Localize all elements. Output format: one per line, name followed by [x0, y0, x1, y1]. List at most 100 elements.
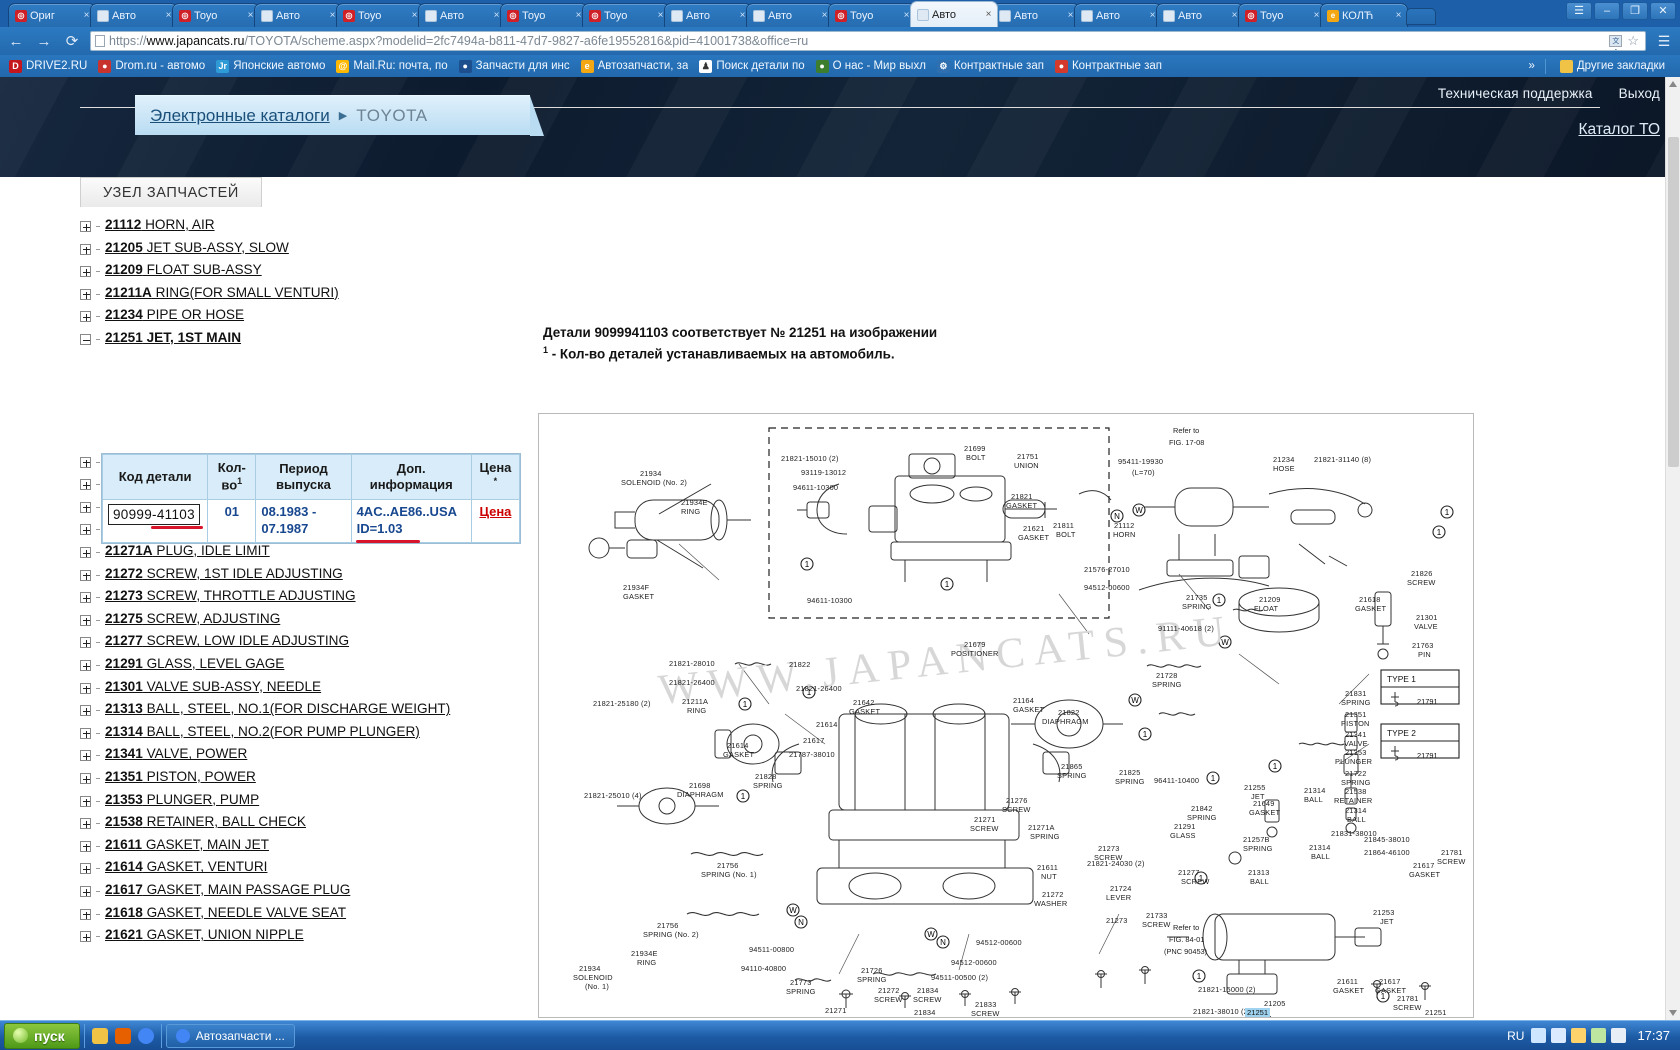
battery-icon[interactable] [1591, 1028, 1607, 1043]
scroll-up-icon[interactable] [1669, 81, 1677, 87]
flag-icon[interactable] [1611, 1028, 1627, 1043]
close-tab-icon[interactable]: × [984, 9, 993, 20]
part-link[interactable]: 21341 VALVE, POWER [105, 746, 247, 761]
table-row[interactable]: 90999-41103 01 08.1983 -07.1987 4AC..AE86..… [101, 498, 521, 543]
part-list-item-21618[interactable]: 21618 GASKET, NEEDLE VALVE SEAT [80, 905, 346, 928]
expand-icon[interactable] [80, 456, 91, 468]
part-link[interactable]: 21617 GASKET, MAIN PASSAGE PLUG [105, 882, 350, 897]
bookmark-0[interactable]: D DRIVE2.RU [5, 58, 93, 75]
tab-parts-node[interactable]: УЗЕЛ ЗАПЧАСТЕЙ [80, 177, 262, 207]
part-link[interactable]: 21273 SCREW, THROTTLE ADJUSTING [105, 588, 356, 603]
part-link[interactable]: 21211A RING(FOR SMALL VENTURI) [105, 285, 339, 300]
browser-tab-4[interactable]: ◎ Тоуо × [336, 3, 424, 27]
forward-icon[interactable]: → [34, 31, 54, 51]
part-link[interactable]: 21621 GASKET, UNION NIPPLE [105, 927, 304, 942]
browser-tab-9[interactable]: Авто × [746, 3, 834, 27]
minimize-button[interactable]: – [1594, 2, 1620, 20]
chrome-menu-icon[interactable]: ☰ [1654, 33, 1674, 50]
close-window-button[interactable]: ✕ [1650, 2, 1676, 20]
reload-icon[interactable]: ⟳ [62, 31, 82, 51]
expand-icon[interactable] [80, 311, 91, 323]
expand-icon[interactable] [80, 221, 91, 232]
katalog-to-link[interactable]: Каталог ТО [1579, 121, 1660, 139]
firefox-icon[interactable] [114, 1027, 131, 1044]
expand-icon[interactable] [80, 266, 91, 278]
taskbar-window-0[interactable]: Автозапчасти ... [165, 1023, 295, 1048]
part-list-item-21234[interactable]: 21234 PIPE OR HOSE [80, 307, 244, 330]
part-list-item-21205[interactable]: 21205 JET SUB-ASSY, SLOW [80, 240, 289, 263]
browser-tab-12[interactable]: Авто × [992, 3, 1080, 27]
part-link[interactable]: 21251 JET, 1ST MAIN [105, 330, 241, 345]
browser-tab-2[interactable]: ◎ Тоуо × [172, 3, 260, 27]
expand-icon[interactable] [80, 818, 91, 830]
new-tab-button[interactable] [1406, 8, 1436, 25]
expand-icon[interactable] [80, 569, 91, 581]
expand-icon[interactable] [80, 288, 91, 300]
browser-tab-13[interactable]: Авто × [1074, 3, 1162, 27]
start-button[interactable]: пуск [4, 1022, 80, 1049]
browser-tab-11[interactable]: Авто × [910, 1, 998, 27]
part-link[interactable]: 21353 PLUNGER, PUMP [105, 792, 259, 807]
price-link[interactable]: Цена [479, 504, 511, 519]
part-list-item-21614[interactable]: 21614 GASKET, VENTURI [80, 859, 267, 882]
expand-icon[interactable] [80, 863, 91, 875]
logout-link[interactable]: Выход [1619, 86, 1660, 101]
bookmark-3[interactable]: @ Mail.Ru: почта, по [332, 58, 453, 75]
part-list-item-21277[interactable]: 21277 SCREW, LOW IDLE ADJUSTING [80, 633, 349, 656]
expand-icon[interactable] [80, 727, 91, 739]
part-list-item-21275[interactable]: 21275 SCREW, ADJUSTING [80, 611, 280, 634]
part-link[interactable]: 21112 HORN, AIR [105, 217, 215, 232]
back-icon[interactable]: ← [6, 31, 26, 51]
expand-icon[interactable] [80, 243, 91, 255]
expand-icon[interactable] [80, 705, 91, 717]
part-link[interactable]: 21611 GASKET, MAIN JET [105, 837, 269, 852]
collapse-icon[interactable] [80, 334, 91, 345]
folder-icon[interactable] [91, 1027, 108, 1044]
expand-icon[interactable] [80, 547, 91, 558]
part-list-item-21621[interactable]: 21621 GASKET, UNION NIPPLE [80, 927, 304, 950]
bookmark-7[interactable]: ● О нас - Мир выхл [812, 58, 932, 75]
part-list-item-21313[interactable]: 21313 BALL, STEEL, NO.1(FOR DISCHARGE WE… [80, 701, 450, 724]
expand-icon[interactable] [80, 682, 91, 694]
part-link[interactable]: 21313 BALL, STEEL, NO.1(FOR DISCHARGE WE… [105, 701, 450, 716]
part-list-item-21538[interactable]: 21538 RETAINER, BALL CHECK [80, 814, 306, 837]
address-bar[interactable]: https://www.japancats.ru/TOYOTA/scheme.a… [90, 31, 1646, 51]
expand-icon[interactable] [80, 750, 91, 762]
part-list-item-21251[interactable]: 21251 JET, 1ST MAIN [80, 330, 241, 353]
part-link[interactable]: 21234 PIPE OR HOSE [105, 307, 244, 322]
expand-icon[interactable] [80, 908, 91, 920]
part-list-item-21112[interactable]: 21112 HORN, AIR [80, 217, 215, 240]
part-link[interactable]: 21272 SCREW, 1ST IDLE ADJUSTING [105, 566, 343, 581]
part-list-item-21291[interactable]: 21291 GLASS, LEVEL GAGE [80, 656, 284, 679]
browser-tab-10[interactable]: ◎ Тоуо × [828, 3, 916, 27]
support-link[interactable]: Техническая поддержка [1438, 86, 1593, 101]
expand-icon[interactable] [80, 614, 91, 626]
bookmark-2[interactable]: Jr Японские автомо [212, 58, 331, 75]
part-list-item-21611[interactable]: 21611 GASKET, MAIN JET [80, 837, 269, 860]
part-link[interactable]: 21614 GASKET, VENTURI [105, 859, 267, 874]
bookmark-star-icon[interactable]: ☆ [1627, 33, 1639, 49]
browser-tab-0[interactable]: ◎ Ориг × [8, 3, 96, 27]
expand-icon[interactable] [80, 773, 91, 784]
browser-tab-3[interactable]: Авто × [254, 3, 342, 27]
part-code-box[interactable]: 90999-41103 [108, 503, 203, 530]
page-info-icon[interactable] [95, 35, 105, 47]
breadcrumb-catalogs-link[interactable]: Электронные каталоги [150, 106, 330, 126]
expand-icon[interactable] [80, 886, 91, 897]
network-icon[interactable] [1531, 1028, 1547, 1043]
part-link[interactable]: 21209 FLOAT SUB-ASSY [105, 262, 262, 277]
bookmark-6[interactable]: ♟ Поиск детали по [695, 58, 810, 75]
bookmark-8[interactable]: ⚙ Контрактные зап [933, 58, 1050, 75]
bookmark-1[interactable]: ● Drom.ru - автомо [94, 58, 211, 75]
part-list-item-21272[interactable]: 21272 SCREW, 1ST IDLE ADJUSTING [80, 566, 343, 589]
part-list-item-21617[interactable]: 21617 GASKET, MAIN PASSAGE PLUG [80, 882, 350, 905]
expand-icon[interactable] [80, 501, 91, 513]
part-list-item-21341[interactable]: 21341 VALVE, POWER [80, 746, 247, 769]
shield-icon[interactable] [1571, 1028, 1587, 1043]
bookmark-5[interactable]: e Автозапчасти, за [577, 58, 695, 75]
page-scrollbar[interactable] [1665, 77, 1680, 1020]
user-profile-button[interactable]: ☰ [1566, 2, 1592, 20]
scroll-down-icon[interactable] [1669, 1010, 1677, 1016]
clock[interactable]: 17:37 [1633, 1028, 1670, 1043]
parts-diagram[interactable]: 1 1 W N 1 1 1 W 1 1 W 1 1 1 1 W N W N 1 … [538, 413, 1474, 1018]
